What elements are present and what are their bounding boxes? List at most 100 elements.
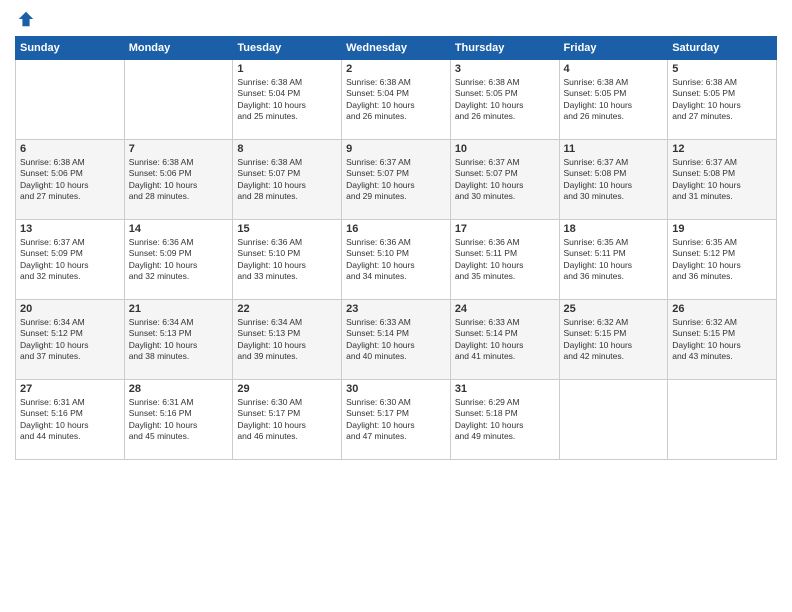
day-info: Sunrise: 6:38 AM Sunset: 5:04 PM Dayligh…: [237, 77, 337, 123]
day-info: Sunrise: 6:38 AM Sunset: 5:05 PM Dayligh…: [455, 77, 555, 123]
day-number: 1: [237, 63, 337, 75]
day-number: 24: [455, 303, 555, 315]
day-number: 29: [237, 383, 337, 395]
day-info: Sunrise: 6:37 AM Sunset: 5:07 PM Dayligh…: [455, 157, 555, 203]
day-number: 9: [346, 143, 446, 155]
day-number: 25: [564, 303, 664, 315]
calendar-day-cell: 30Sunrise: 6:30 AM Sunset: 5:17 PM Dayli…: [342, 380, 451, 460]
day-number: 17: [455, 223, 555, 235]
page: SundayMondayTuesdayWednesdayThursdayFrid…: [0, 0, 792, 612]
day-number: 2: [346, 63, 446, 75]
day-number: 5: [672, 63, 772, 75]
day-info: Sunrise: 6:38 AM Sunset: 5:06 PM Dayligh…: [20, 157, 120, 203]
day-number: 22: [237, 303, 337, 315]
day-info: Sunrise: 6:38 AM Sunset: 5:07 PM Dayligh…: [237, 157, 337, 203]
calendar-week-row: 27 Sunrise: 6:31 AM Sunset: 5:16 PM Dayli…: [16, 380, 777, 460]
day-info: Sunrise: 6:38 AM Sunset: 5:05 PM Dayligh…: [672, 77, 772, 123]
day-number: 16: [346, 223, 446, 235]
calendar-day-cell: 31 Sunrise: 6:29 AM Sunset: 5:18 PM Dayli…: [450, 380, 559, 460]
day-number: 6: [20, 143, 120, 155]
calendar-header-row: SundayMondayTuesdayWednesdayThursdayFrid…: [16, 37, 777, 60]
day-info: Sunrise: 6:38 AM Sunset: 5:05 PM Dayligh…: [564, 77, 664, 123]
calendar-week-row: 1 Sunrise: 6:38 AM Sunset: 5:04 PM Daylig…: [16, 60, 777, 140]
day-info: Sunrise: 6:37 AM Sunset: 5:07 PM Dayligh…: [346, 157, 446, 203]
day-info: Sunrise: 6:36 AM Sunset: 5:10 PM Dayligh…: [346, 237, 446, 283]
calendar-table: SundayMondayTuesdayWednesdayThursdayFrid…: [15, 36, 777, 460]
day-info: Sunrise: 6:32 AM Sunset: 5:15 PM Dayligh…: [672, 317, 772, 363]
day-info: Sunrise: 6:35 AM Sunset: 5:12 PM Dayligh…: [672, 237, 772, 283]
calendar-day-cell: 12 Sunrise: 6:37 AM Sunset: 5:08 PM Dayli…: [668, 140, 777, 220]
day-number: 23: [346, 303, 446, 315]
calendar-day-cell: 29 Sunrise: 6:30 AM Sunset: 5:17 PM Dayli…: [233, 380, 342, 460]
calendar-day-cell: 17 Sunrise: 6:36 AM Sunset: 5:11 PM Dayli…: [450, 220, 559, 300]
day-number: 12: [672, 143, 772, 155]
calendar-week-row: 6 Sunrise: 6:38 AM Sunset: 5:06 PM Daylig…: [16, 140, 777, 220]
day-number: 8: [237, 143, 337, 155]
day-info: Sunrise: 6:31 AM Sunset: 5:16 PM Dayligh…: [20, 397, 120, 443]
day-number: 21: [129, 303, 229, 315]
calendar-day-cell: 7 Sunrise: 6:38 AM Sunset: 5:06 PM Daylig…: [124, 140, 233, 220]
day-number: 20: [20, 303, 120, 315]
day-info: Sunrise: 6:37 AM Sunset: 5:09 PM Dayligh…: [20, 237, 120, 283]
logo: [15, 10, 35, 28]
calendar-week-row: 20Sunrise: 6:34 AM Sunset: 5:12 PM Dayli…: [16, 300, 777, 380]
calendar-day-cell: 21 Sunrise: 6:34 AM Sunset: 5:13 PM Dayli…: [124, 300, 233, 380]
day-number: 3: [455, 63, 555, 75]
calendar-day-cell: [559, 380, 668, 460]
logo-icon: [17, 10, 35, 28]
header: [15, 10, 777, 28]
calendar-day-header: Friday: [559, 37, 668, 60]
day-info: Sunrise: 6:36 AM Sunset: 5:10 PM Dayligh…: [237, 237, 337, 283]
day-number: 31: [455, 383, 555, 395]
calendar-day-cell: 4 Sunrise: 6:38 AM Sunset: 5:05 PM Daylig…: [559, 60, 668, 140]
day-info: Sunrise: 6:37 AM Sunset: 5:08 PM Dayligh…: [672, 157, 772, 203]
day-info: Sunrise: 6:36 AM Sunset: 5:09 PM Dayligh…: [129, 237, 229, 283]
day-info: Sunrise: 6:30 AM Sunset: 5:17 PM Dayligh…: [346, 397, 446, 443]
calendar-day-cell: 22 Sunrise: 6:34 AM Sunset: 5:13 PM Dayli…: [233, 300, 342, 380]
calendar-day-cell: [124, 60, 233, 140]
calendar-day-cell: 18Sunrise: 6:35 AM Sunset: 5:11 PM Dayli…: [559, 220, 668, 300]
day-number: 10: [455, 143, 555, 155]
calendar-day-cell: 3 Sunrise: 6:38 AM Sunset: 5:05 PM Daylig…: [450, 60, 559, 140]
calendar-day-cell: 23 Sunrise: 6:33 AM Sunset: 5:14 PM Dayli…: [342, 300, 451, 380]
day-info: Sunrise: 6:36 AM Sunset: 5:11 PM Dayligh…: [455, 237, 555, 283]
calendar-day-cell: 9 Sunrise: 6:37 AM Sunset: 5:07 PM Daylig…: [342, 140, 451, 220]
calendar-day-cell: 25 Sunrise: 6:32 AM Sunset: 5:15 PM Dayli…: [559, 300, 668, 380]
day-number: 13: [20, 223, 120, 235]
calendar-day-header: Sunday: [16, 37, 125, 60]
day-number: 4: [564, 63, 664, 75]
calendar-day-cell: 26 Sunrise: 6:32 AM Sunset: 5:15 PM Dayli…: [668, 300, 777, 380]
day-number: 26: [672, 303, 772, 315]
day-info: Sunrise: 6:31 AM Sunset: 5:16 PM Dayligh…: [129, 397, 229, 443]
calendar-day-cell: 10 Sunrise: 6:37 AM Sunset: 5:07 PM Dayli…: [450, 140, 559, 220]
calendar-day-cell: 15 Sunrise: 6:36 AM Sunset: 5:10 PM Dayli…: [233, 220, 342, 300]
calendar-week-row: 13 Sunrise: 6:37 AM Sunset: 5:09 PM Dayli…: [16, 220, 777, 300]
day-info: Sunrise: 6:34 AM Sunset: 5:13 PM Dayligh…: [129, 317, 229, 363]
day-number: 15: [237, 223, 337, 235]
calendar-day-cell: 2Sunrise: 6:38 AM Sunset: 5:04 PM Daylig…: [342, 60, 451, 140]
day-info: Sunrise: 6:32 AM Sunset: 5:15 PM Dayligh…: [564, 317, 664, 363]
calendar-day-cell: 5 Sunrise: 6:38 AM Sunset: 5:05 PM Daylig…: [668, 60, 777, 140]
calendar-day-header: Thursday: [450, 37, 559, 60]
day-number: 14: [129, 223, 229, 235]
day-info: Sunrise: 6:30 AM Sunset: 5:17 PM Dayligh…: [237, 397, 337, 443]
day-number: 27: [20, 383, 120, 395]
calendar-day-cell: 1 Sunrise: 6:38 AM Sunset: 5:04 PM Daylig…: [233, 60, 342, 140]
day-number: 11: [564, 143, 664, 155]
calendar-day-cell: 13 Sunrise: 6:37 AM Sunset: 5:09 PM Dayli…: [16, 220, 125, 300]
calendar-day-cell: 6 Sunrise: 6:38 AM Sunset: 5:06 PM Daylig…: [16, 140, 125, 220]
day-number: 28: [129, 383, 229, 395]
calendar-day-cell: 20Sunrise: 6:34 AM Sunset: 5:12 PM Dayli…: [16, 300, 125, 380]
day-info: Sunrise: 6:33 AM Sunset: 5:14 PM Dayligh…: [455, 317, 555, 363]
calendar-day-cell: 27 Sunrise: 6:31 AM Sunset: 5:16 PM Dayli…: [16, 380, 125, 460]
day-info: Sunrise: 6:29 AM Sunset: 5:18 PM Dayligh…: [455, 397, 555, 443]
calendar-day-header: Tuesday: [233, 37, 342, 60]
day-info: Sunrise: 6:38 AM Sunset: 5:06 PM Dayligh…: [129, 157, 229, 203]
day-number: 7: [129, 143, 229, 155]
day-number: 19: [672, 223, 772, 235]
day-info: Sunrise: 6:33 AM Sunset: 5:14 PM Dayligh…: [346, 317, 446, 363]
calendar-day-header: Wednesday: [342, 37, 451, 60]
calendar-day-cell: 19 Sunrise: 6:35 AM Sunset: 5:12 PM Dayli…: [668, 220, 777, 300]
calendar-day-cell: [668, 380, 777, 460]
day-info: Sunrise: 6:34 AM Sunset: 5:13 PM Dayligh…: [237, 317, 337, 363]
